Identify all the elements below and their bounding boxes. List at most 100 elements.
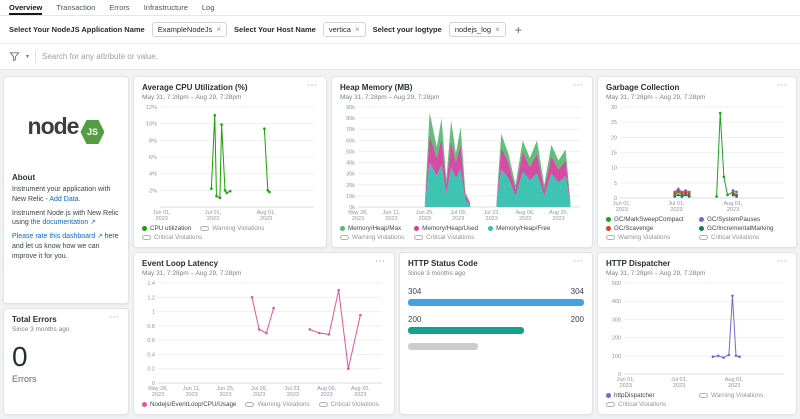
legend-item[interactable]: Critical Violations (414, 234, 478, 241)
event-loop-chart[interactable]: 00.20.40.60.811.21.4May 28,2023Jun 11,20… (142, 279, 386, 398)
legend-label: httpDispatcher (614, 392, 655, 399)
legend-item[interactable]: Warning Violations (699, 392, 788, 399)
svg-text:2023: 2023 (673, 383, 685, 389)
tab-overview[interactable]: Overview (9, 0, 42, 15)
violation-pill-icon (319, 402, 328, 407)
legend-item[interactable]: Critical Violations (319, 401, 379, 408)
status-bar (408, 343, 478, 350)
svg-text:2023: 2023 (320, 392, 332, 398)
tab-transaction[interactable]: Transaction (56, 0, 95, 15)
heap-legend: Memory/Heap/Max Memory/Heap/Used Memory/He… (340, 225, 584, 241)
total-errors-card: Total Errors Since 3 months ago ⋯ 0 Erro… (3, 308, 129, 415)
status-bar-row[interactable] (408, 343, 584, 350)
svg-text:200: 200 (612, 335, 621, 341)
svg-text:2%: 2% (149, 188, 157, 194)
card-subtitle: May 31, 7:28pm – Aug 29, 7:28pm (606, 270, 705, 277)
add-filter-button[interactable]: + (515, 23, 522, 37)
legend-label: Memory/Heap/Max (348, 225, 401, 232)
svg-text:0.2: 0.2 (147, 366, 155, 372)
heap-memory-card: Heap Memory (MB) May 31, 7:28pm – Aug 29… (331, 76, 593, 248)
nodejs-info-card: node JS About Instrument your applicatio… (3, 76, 129, 304)
legend-item[interactable]: Warning Violations (245, 401, 309, 408)
legend-item[interactable]: Warning Violations (340, 234, 404, 241)
card-menu-icon[interactable]: ⋯ (573, 83, 584, 89)
violation-pill-icon (414, 235, 423, 240)
svg-text:1.2: 1.2 (147, 295, 155, 301)
heap-memory-chart[interactable]: 0k10k20k30k40k50k60k70k80k90kMay 28,2023… (340, 103, 584, 222)
card-menu-icon[interactable]: ⋯ (573, 259, 584, 265)
svg-text:1: 1 (152, 309, 155, 315)
garbage-collection-chart[interactable]: 051015202530Jun 01,2023Jul 01,2023Aug 01… (606, 103, 788, 213)
chevron-down-icon[interactable]: ▾ (26, 53, 29, 60)
status-bar-row[interactable]: 200200 (408, 315, 584, 334)
legend-item[interactable]: Critical Violations (142, 234, 202, 241)
card-menu-icon[interactable]: ⋯ (777, 83, 788, 89)
legend-item[interactable]: GC/MarkSweepCompact (606, 216, 695, 223)
legend-item[interactable]: GC/IncrementalMarking (699, 225, 788, 232)
tab-infrastructure[interactable]: Infrastructure (144, 0, 188, 15)
svg-text:20: 20 (611, 135, 617, 141)
series-dot-icon (340, 226, 345, 231)
legend-item[interactable]: Warning Violations (200, 225, 264, 232)
legend-label: GC/Scavenge (614, 225, 653, 232)
filter-funnel-icon[interactable] (9, 51, 20, 62)
violation-pill-icon (245, 402, 254, 407)
legend-item[interactable]: Memory/Heap/Max (340, 225, 404, 232)
svg-text:2023: 2023 (260, 216, 272, 222)
legend-item[interactable]: Memory/Heap/Free (488, 225, 550, 232)
status-code-label: 304 (408, 287, 421, 296)
cpu-legend: CPU utilization Warning Violations Critica… (142, 225, 318, 241)
add-data-link[interactable]: Add Data. (49, 196, 80, 203)
violation-pill-icon (200, 226, 209, 231)
card-title: HTTP Status Code (408, 259, 478, 269)
host-filter-value: vertica (329, 25, 351, 34)
status-bar (408, 299, 584, 306)
http-status-code-card: HTTP Status Code Since 3 months ago ⋯ 30… (399, 252, 593, 415)
documentation-link[interactable]: the documentation (31, 219, 89, 226)
host-filter-pill[interactable]: vertica × (323, 22, 366, 37)
legend-item[interactable]: GC/Scavenge (606, 225, 695, 232)
card-menu-icon[interactable]: ⋯ (375, 259, 386, 265)
logtype-filter-pill[interactable]: nodejs_log × (449, 22, 506, 37)
legend-item[interactable]: Nodejs/EventLoop/CPU/Usage (142, 401, 236, 408)
legend-item[interactable]: GC/SystemPauses (699, 216, 788, 223)
search-input[interactable] (42, 52, 791, 61)
legend-label: Critical Violations (154, 234, 202, 241)
legend-label: Warning Violations (711, 392, 763, 399)
about-paragraph-1: Instrument your application with New Rel… (12, 185, 120, 205)
legend-item[interactable]: Critical Violations (699, 234, 788, 241)
legend-item[interactable]: httpDispatcher (606, 392, 695, 399)
app-filter-label: Select Your NodeJS Application Name (9, 25, 145, 34)
gc-legend: GC/MarkSweepCompact GC/SystemPauses GC/Sca… (606, 216, 788, 241)
violation-pill-icon (606, 235, 615, 240)
card-menu-icon[interactable]: ⋯ (307, 83, 318, 89)
rate-dashboard-link[interactable]: Please rate this dashboard (12, 233, 95, 240)
cpu-chart[interactable]: 2%4%6%8%10%12%Jun 01,2023Jul 01,2023Aug … (142, 103, 318, 222)
svg-text:2023: 2023 (727, 207, 739, 213)
close-icon[interactable]: × (355, 25, 360, 34)
legend-item[interactable]: Critical Violations (606, 401, 695, 408)
http-dispatcher-chart[interactable]: 0100200300400500Jun 01,2023Jul 01,2023Au… (606, 279, 788, 389)
legend-item[interactable]: Memory/Heap/Used (414, 225, 478, 232)
card-menu-icon[interactable]: ⋯ (777, 259, 788, 265)
card-subtitle: Since 3 months ago (12, 326, 69, 333)
app-filter-pill[interactable]: ExampleNodeJs × (152, 22, 227, 37)
svg-text:2023: 2023 (616, 207, 628, 213)
legend-item[interactable]: CPU utilization (142, 225, 191, 232)
tab-errors[interactable]: Errors (109, 0, 129, 15)
card-title: Garbage Collection (606, 83, 705, 93)
logtype-filter-value: nodejs_log (455, 25, 491, 34)
close-icon[interactable]: × (495, 25, 500, 34)
svg-text:2023: 2023 (670, 207, 682, 213)
status-bar-row[interactable]: 304304 (408, 287, 584, 306)
card-menu-icon[interactable]: ⋯ (109, 315, 120, 321)
cpu-utilization-card: Average CPU Utilization (%) May 31, 7:28… (133, 76, 327, 248)
close-icon[interactable]: × (216, 25, 221, 34)
legend-item[interactable]: Warning Violations (606, 234, 695, 241)
svg-text:50k: 50k (346, 149, 355, 155)
legend-label: CPU utilization (150, 225, 191, 232)
violation-pill-icon (699, 235, 708, 240)
http-status-bars: 304304 200200 (408, 287, 584, 350)
tab-log[interactable]: Log (202, 0, 215, 15)
svg-text:2023: 2023 (354, 392, 366, 398)
